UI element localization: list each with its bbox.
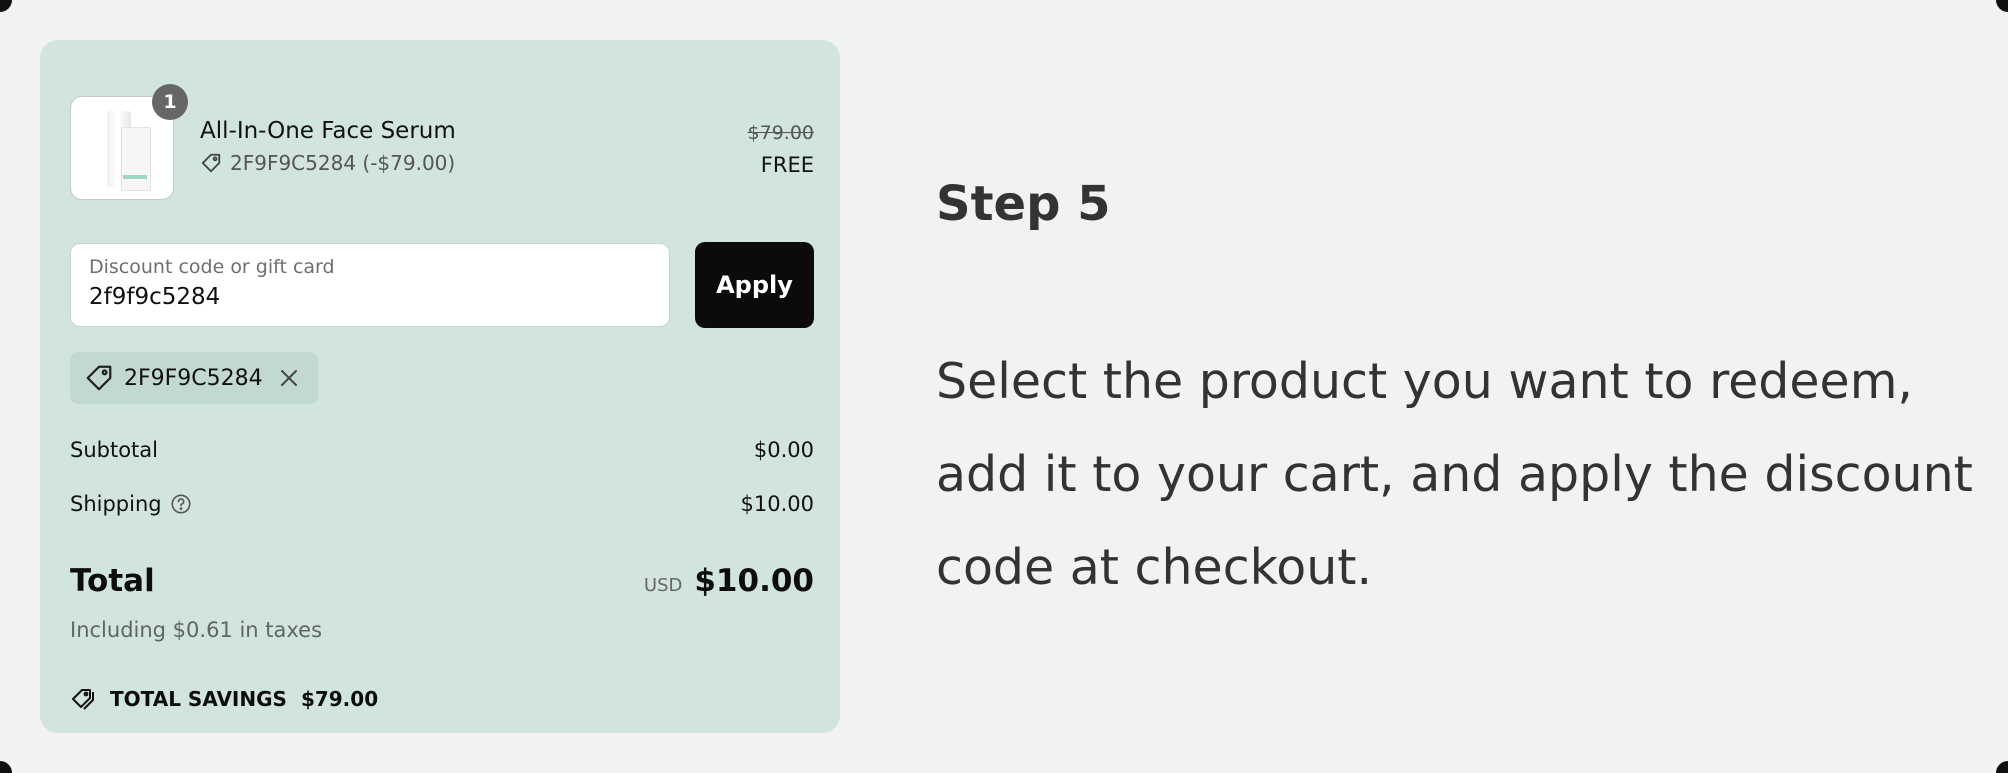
- product-discount-text: 2F9F9C5284 (-$79.00): [230, 151, 456, 175]
- step-description: Select the product you want to redeem, a…: [936, 353, 1973, 596]
- applied-code-chip: 2F9F9C5284: [70, 352, 318, 404]
- step-title: Step 5: [936, 176, 1111, 232]
- total-amount-group: USD $10.00: [644, 563, 814, 599]
- total-amount: $10.00: [694, 563, 814, 599]
- close-icon[interactable]: [279, 368, 299, 388]
- double-tag-icon: [72, 689, 94, 710]
- quantity-badge: 1: [152, 84, 188, 120]
- total-label: Total: [70, 563, 155, 599]
- frame-corner: [0, 761, 12, 773]
- total-savings-value: $79.00: [300, 687, 379, 711]
- tag-icon: [201, 153, 221, 173]
- subtotal-value: $0.00: [753, 438, 814, 462]
- subtotal-row: Subtotal $0.00: [70, 438, 814, 462]
- product-name: All-In-One Face Serum: [200, 118, 456, 144]
- shipping-row: Shipping $10.00: [70, 492, 814, 516]
- applied-code-text: 2F9F9C5284: [124, 365, 263, 391]
- original-price: $79.00: [747, 122, 814, 144]
- discount-code-floating-label: Discount code or gift card: [89, 256, 335, 278]
- question-circle-icon[interactable]: [170, 493, 192, 515]
- frame-corner: [1996, 761, 2008, 773]
- product-discount-line: 2F9F9C5284 (-$79.00): [200, 151, 455, 175]
- currency-code: USD: [643, 575, 683, 596]
- apply-button[interactable]: Apply: [695, 242, 814, 328]
- total-savings-label: TOTAL SAVINGS: [110, 687, 287, 711]
- product-box-image: [121, 127, 151, 191]
- order-summary-panel: 1 All-In-One Face Serum 2F9F9C5284 (-$79…: [40, 40, 840, 733]
- shipping-value: $10.00: [740, 492, 814, 516]
- shipping-label-group: Shipping: [70, 492, 192, 516]
- shipping-label: Shipping: [70, 492, 162, 516]
- item-price: FREE: [760, 153, 814, 177]
- tag-icon: [86, 365, 112, 391]
- discount-code-value[interactable]: 2f9f9c5284: [89, 284, 220, 310]
- discount-code-input[interactable]: Discount code or gift card 2f9f9c5284: [70, 243, 670, 327]
- product-box-stripe: [123, 175, 147, 179]
- subtotal-label: Subtotal: [70, 438, 158, 462]
- total-row: Total USD $10.00: [70, 563, 814, 599]
- frame-corner: [1996, 0, 2008, 12]
- taxes-note: Including $0.61 in taxes: [70, 618, 323, 642]
- frame-corner: [0, 0, 12, 12]
- total-savings: TOTAL SAVINGS $79.00: [70, 686, 378, 712]
